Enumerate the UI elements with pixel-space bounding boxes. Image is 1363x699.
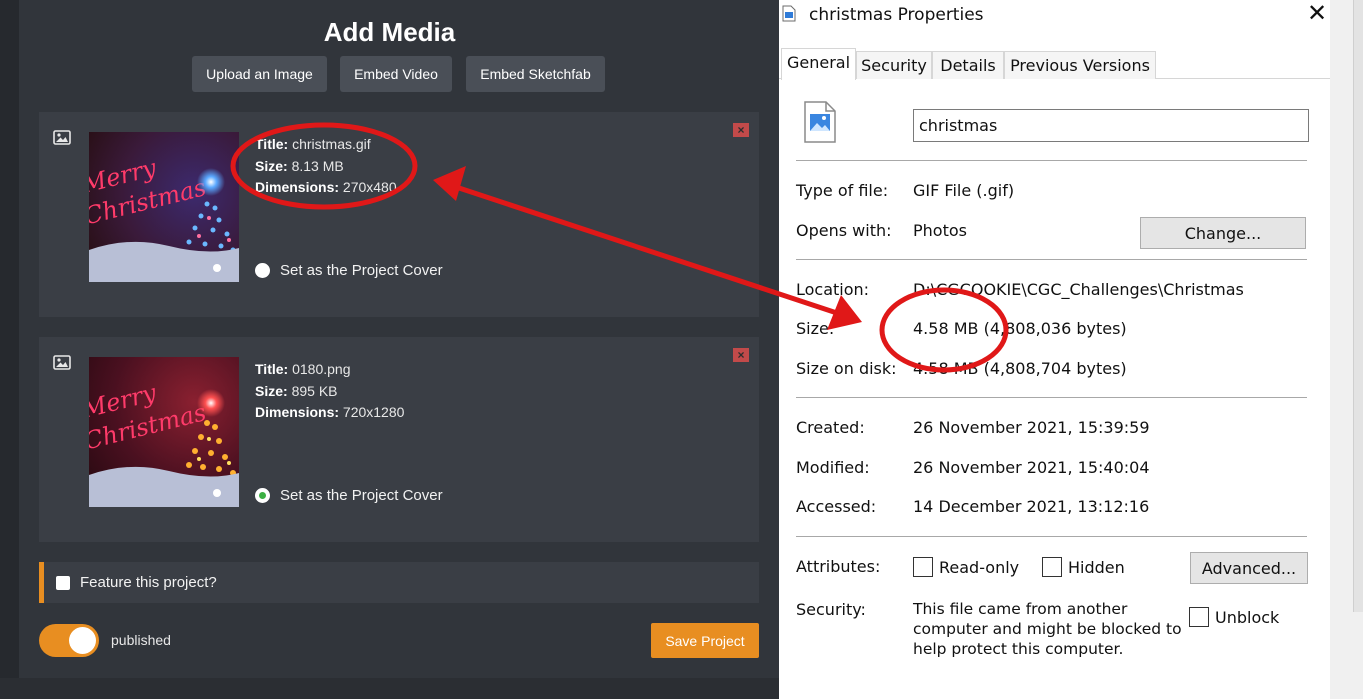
modified-label: Modified: bbox=[796, 458, 870, 477]
dimensions-label: Dimensions: bbox=[255, 179, 340, 195]
media-dimensions: 720x1280 bbox=[342, 404, 405, 420]
media-size: 8.13 MB bbox=[291, 157, 344, 174]
close-icon[interactable]: ✕ bbox=[1307, 1, 1329, 26]
feature-label: Feature this project? bbox=[80, 574, 217, 591]
read-only-label: Read-only bbox=[939, 558, 1020, 577]
hidden-checkbox[interactable] bbox=[1042, 557, 1062, 577]
remove-media-button[interactable]: × bbox=[733, 123, 749, 137]
size-label: Size: bbox=[255, 157, 288, 174]
media-size: 895 KB bbox=[291, 382, 338, 399]
dialog-tabs: General Security Details Previous Versio… bbox=[779, 48, 1330, 80]
feature-project-option[interactable]: Feature this project? bbox=[39, 562, 759, 603]
project-cover-option[interactable]: Set as the Project Cover bbox=[255, 262, 443, 279]
remove-media-button[interactable]: × bbox=[733, 348, 749, 362]
attributes-label: Attributes: bbox=[796, 557, 881, 576]
published-toggle[interactable] bbox=[39, 624, 99, 657]
scrollbar-area bbox=[1330, 0, 1363, 699]
image-icon bbox=[53, 355, 71, 370]
embed-sketchfab-button[interactable]: Embed Sketchfab bbox=[466, 56, 605, 92]
tab-general[interactable]: General bbox=[781, 48, 856, 80]
read-only-checkbox[interactable] bbox=[913, 557, 933, 577]
location-value: D:\CGCOOKIE\CGC_Challenges\Christmas bbox=[913, 280, 1244, 299]
published-label: published bbox=[111, 632, 171, 648]
image-icon bbox=[53, 130, 71, 145]
properties-dialog: christmas Properties ✕ General Security … bbox=[779, 0, 1330, 699]
media-title: christmas.gif bbox=[292, 136, 371, 152]
size-on-disk-label: Size on disk: bbox=[796, 359, 897, 378]
opens-with-value: Photos bbox=[913, 221, 967, 240]
type-value: GIF File (.gif) bbox=[913, 181, 1015, 200]
divider bbox=[796, 536, 1307, 537]
media-title: 0180.png bbox=[292, 361, 351, 377]
opens-with-label: Opens with: bbox=[796, 221, 892, 240]
embed-video-button[interactable]: Embed Video bbox=[340, 56, 452, 92]
security-label: Security: bbox=[796, 600, 866, 619]
accessed-value: 14 December 2021, 13:12:16 bbox=[913, 497, 1150, 516]
modified-value: 26 November 2021, 15:40:04 bbox=[913, 458, 1150, 477]
unblock-checkbox[interactable] bbox=[1189, 607, 1209, 627]
security-message: This file came from another computer and… bbox=[913, 600, 1182, 658]
add-media-footer-strip bbox=[0, 678, 779, 699]
tab-details[interactable]: Details bbox=[932, 51, 1004, 79]
cover-label: Set as the Project Cover bbox=[280, 487, 443, 504]
size-value: 4.58 MB (4,808,036 bytes) bbox=[913, 319, 1127, 338]
hidden-label: Hidden bbox=[1068, 558, 1125, 577]
scrollbar[interactable] bbox=[1353, 0, 1363, 612]
divider bbox=[796, 160, 1307, 161]
cover-radio[interactable] bbox=[255, 263, 270, 278]
divider bbox=[796, 259, 1307, 260]
file-icon bbox=[782, 5, 796, 22]
media-meta: Title: christmas.gif Size: 8.13 MB Dimen… bbox=[255, 134, 397, 199]
accessed-label: Accessed: bbox=[796, 497, 877, 516]
type-label: Type of file: bbox=[796, 181, 889, 200]
created-label: Created: bbox=[796, 418, 865, 437]
created-value: 26 November 2021, 15:39:59 bbox=[913, 418, 1150, 437]
add-media-title: Add Media bbox=[323, 17, 456, 47]
feature-checkbox[interactable] bbox=[56, 575, 70, 590]
media-thumbnail[interactable]: Merry Christmas bbox=[89, 132, 239, 282]
media-dimensions: 270x480 bbox=[342, 179, 397, 195]
title-label: Title: bbox=[255, 361, 289, 377]
advanced-button[interactable]: Advanced... bbox=[1190, 552, 1308, 584]
tab-security[interactable]: Security bbox=[856, 51, 932, 79]
file-name-field[interactable]: christmas bbox=[913, 109, 1309, 142]
save-project-button[interactable]: Save Project bbox=[651, 623, 759, 658]
divider bbox=[796, 397, 1307, 398]
location-label: Location: bbox=[796, 280, 870, 299]
size-label: Size: bbox=[796, 319, 835, 338]
media-item-card: Merry Christmas × Title: 0180.png Size: … bbox=[39, 337, 759, 542]
media-meta: Title: 0180.png Size: 895 KB Dimensions:… bbox=[255, 359, 404, 424]
unblock-label: Unblock bbox=[1215, 608, 1280, 627]
change-button[interactable]: Change... bbox=[1140, 217, 1306, 249]
upload-image-button[interactable]: Upload an Image bbox=[192, 56, 327, 92]
size-label: Size: bbox=[255, 382, 288, 399]
dialog-title: christmas Properties bbox=[809, 5, 984, 25]
cover-radio-selected[interactable] bbox=[255, 488, 270, 503]
project-cover-option[interactable]: Set as the Project Cover bbox=[255, 487, 443, 504]
media-item-card: Merry Christmas × Title: christmas.gif S… bbox=[39, 112, 759, 317]
toggle-knob bbox=[69, 627, 96, 654]
title-label: Title: bbox=[255, 136, 289, 152]
tab-previous-versions[interactable]: Previous Versions bbox=[1004, 51, 1156, 79]
dimensions-label: Dimensions: bbox=[255, 404, 340, 420]
cover-label: Set as the Project Cover bbox=[280, 262, 443, 279]
gif-file-icon bbox=[804, 101, 836, 143]
size-on-disk-value: 4.58 MB (4,808,704 bytes) bbox=[913, 359, 1127, 378]
media-thumbnail[interactable]: Merry Christmas bbox=[89, 357, 239, 507]
